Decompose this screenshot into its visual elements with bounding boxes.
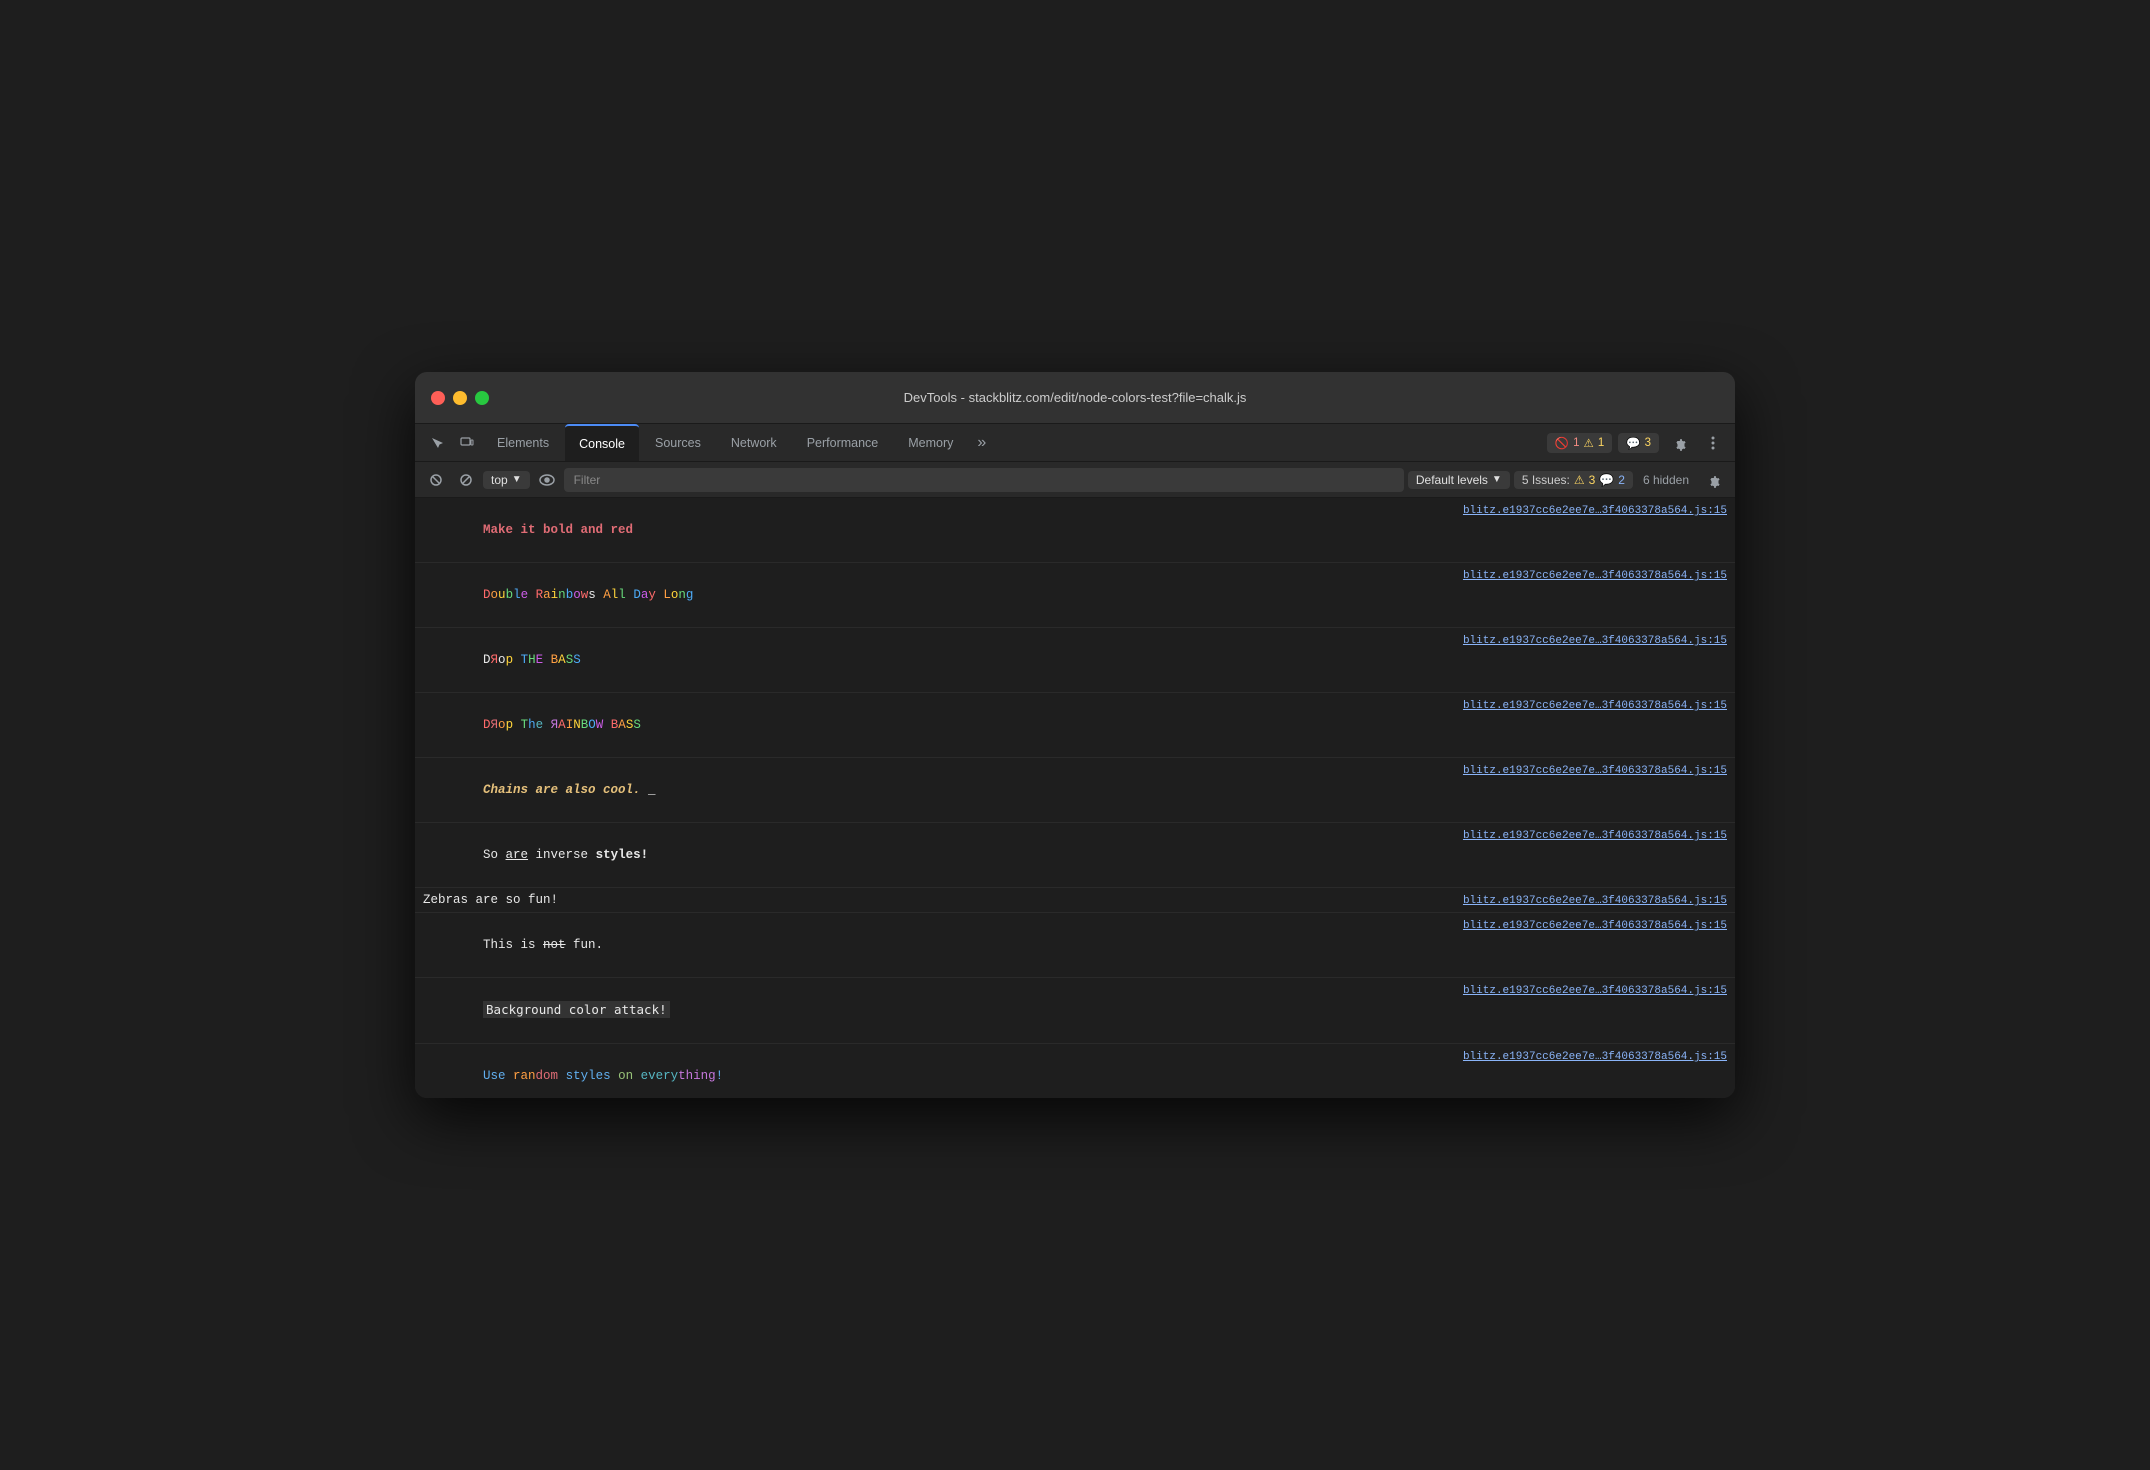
clear-console-button[interactable] (423, 467, 449, 493)
traffic-lights (431, 391, 489, 405)
warning-icon: ⚠ (1584, 436, 1594, 450)
tab-sources[interactable]: Sources (641, 424, 715, 461)
minimize-button[interactable] (453, 391, 467, 405)
context-selector[interactable]: top ▼ (483, 471, 530, 489)
warning-count: 1 (1598, 437, 1604, 449)
log-row: DЯop THE BASS blitz.e1937cc6e2ee7e…3f406… (415, 628, 1735, 693)
log-text: DЯop The ЯAINBOW BASS (423, 695, 1451, 755)
log-text: So are inverse styles! (423, 825, 1451, 885)
log-source-link[interactable]: blitz.e1937cc6e2ee7e…3f4063378a564.js:15 (1463, 700, 1727, 712)
settings-icon[interactable] (1665, 429, 1693, 457)
log-text: Use random styles on everything! (423, 1046, 1451, 1098)
log-text: DЯop THE BASS (423, 630, 1451, 690)
hidden-count: 6 hidden (1637, 471, 1695, 489)
tab-console[interactable]: Console (565, 424, 639, 461)
tab-network[interactable]: Network (717, 424, 791, 461)
log-source-link[interactable]: blitz.e1937cc6e2ee7e…3f4063378a564.js:15 (1463, 765, 1727, 777)
info-badge-group: 💬 3 (1618, 433, 1659, 453)
issues-settings-icon[interactable] (1699, 466, 1727, 494)
issues-warn-icon: ⚠ (1574, 473, 1585, 487)
issues-badge: 5 Issues: ⚠ 3 💬 2 (1514, 471, 1633, 489)
log-text: Make it bold and red (423, 500, 1451, 560)
log-source-link[interactable]: blitz.e1937cc6e2ee7e…3f4063378a564.js:15 (1463, 920, 1727, 932)
devtools-window: DevTools - stackblitz.com/edit/node-colo… (415, 372, 1735, 1098)
log-source-link[interactable]: blitz.e1937cc6e2ee7e…3f4063378a564.js:15 (1463, 985, 1727, 997)
log-text: Chains are also cool. _ (423, 760, 1451, 820)
more-tabs-button[interactable]: » (969, 430, 994, 456)
cursor-icon[interactable] (423, 429, 451, 457)
log-source-link[interactable]: blitz.e1937cc6e2ee7e…3f4063378a564.js:15 (1463, 570, 1727, 582)
log-row: This is not fun. blitz.e1937cc6e2ee7e…3f… (415, 913, 1735, 978)
log-source-link[interactable]: blitz.e1937cc6e2ee7e…3f4063378a564.js:15 (1463, 1051, 1727, 1063)
tab-performance[interactable]: Performance (793, 424, 893, 461)
filter-icon[interactable] (453, 467, 479, 493)
log-source-link[interactable]: blitz.e1937cc6e2ee7e…3f4063378a564.js:15 (1463, 895, 1727, 907)
tab-right-controls: 🚫 1 ⚠ 1 💬 3 (1547, 429, 1727, 457)
log-text: Double Rainbows All Day Long (423, 565, 1451, 625)
log-row: Chains are also cool. _ blitz.e1937cc6e2… (415, 758, 1735, 823)
error-icon: 🚫 (1555, 436, 1569, 450)
info-count: 3 (1645, 437, 1651, 449)
close-button[interactable] (431, 391, 445, 405)
levels-chevron-icon: ▼ (1492, 474, 1502, 485)
default-levels-label: Default levels (1416, 473, 1488, 487)
device-icon[interactable] (453, 429, 481, 457)
error-count: 1 (1573, 437, 1579, 449)
info-icon: 💬 (1626, 436, 1640, 450)
devtools-tab-bar: Elements Console Sources Network Perform… (415, 424, 1735, 462)
issues-info-count: 2 (1618, 473, 1625, 487)
tab-elements[interactable]: Elements (483, 424, 563, 461)
console-output[interactable]: Make it bold and red blitz.e1937cc6e2ee7… (415, 498, 1735, 1098)
chevron-down-icon: ▼ (512, 474, 522, 485)
more-options-icon[interactable] (1699, 429, 1727, 457)
log-row: So are inverse styles! blitz.e1937cc6e2e… (415, 823, 1735, 888)
log-text: This is not fun. (423, 915, 1451, 975)
log-source-link[interactable]: blitz.e1937cc6e2ee7e…3f4063378a564.js:15 (1463, 505, 1727, 517)
window-title: DevTools - stackblitz.com/edit/node-colo… (904, 390, 1247, 405)
issues-label: 5 Issues: (1522, 473, 1570, 487)
log-row: Use random styles on everything! blitz.e… (415, 1044, 1735, 1098)
error-badge-group: 🚫 1 ⚠ 1 (1547, 433, 1612, 453)
log-source-link[interactable]: blitz.e1937cc6e2ee7e…3f4063378a564.js:15 (1463, 830, 1727, 842)
log-text: Background color attack! (423, 980, 1451, 1041)
log-row: Make it bold and red blitz.e1937cc6e2ee7… (415, 498, 1735, 563)
tab-memory[interactable]: Memory (894, 424, 967, 461)
eye-icon[interactable] (534, 467, 560, 493)
log-source-link[interactable]: blitz.e1937cc6e2ee7e…3f4063378a564.js:15 (1463, 635, 1727, 647)
console-toolbar: top ▼ Default levels ▼ 5 Issues: ⚠ 3 💬 2… (415, 462, 1735, 498)
log-text: Zebras are so fun! (423, 890, 1451, 910)
maximize-button[interactable] (475, 391, 489, 405)
issues-info-icon: 💬 (1599, 473, 1614, 487)
log-levels-selector[interactable]: Default levels ▼ (1408, 471, 1510, 489)
issues-warn-count: 3 (1589, 473, 1596, 487)
filter-input[interactable] (564, 468, 1404, 492)
log-row: Double Rainbows All Day Long blitz.e1937… (415, 563, 1735, 628)
log-row: Background color attack! blitz.e1937cc6e… (415, 978, 1735, 1044)
log-row: Zebras are so fun! blitz.e1937cc6e2ee7e…… (415, 888, 1735, 913)
title-bar: DevTools - stackblitz.com/edit/node-colo… (415, 372, 1735, 424)
context-label: top (491, 473, 508, 487)
log-row: DЯop The ЯAINBOW BASS blitz.e1937cc6e2ee… (415, 693, 1735, 758)
